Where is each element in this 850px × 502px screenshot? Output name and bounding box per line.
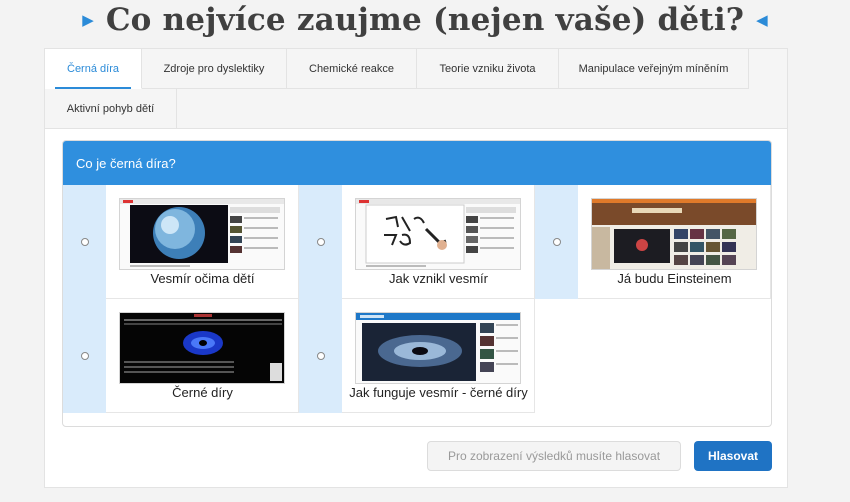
option-label: Černé díry [172,385,233,400]
option-radio[interactable] [80,352,89,360]
option-radio[interactable] [80,238,89,246]
poll-option[interactable]: Jak vznikl vesmír [299,185,535,299]
tab-aktivni-pohyb-deti[interactable]: Aktivní pohyb dětí [45,89,177,129]
poll-option[interactable]: Já budu Einsteinem [535,185,771,299]
video-thumbnail-earth-globe-icon [119,198,285,270]
tab-cerna-dira[interactable]: Černá díra [45,49,142,89]
results-hint-button: Pro zobrazení výsledků musíte hlasovat [427,441,681,471]
vote-button[interactable]: Hlasovat [694,441,772,471]
video-thumbnail-whiteboard-drawing-icon [355,198,521,270]
tab-teorie-vzniku-zivota[interactable]: Teorie vzniku života [417,49,559,89]
video-thumbnail-galaxy-swirl-icon [355,312,521,384]
page: ▶ Co nejvíce zaujme (nejen vaše) děti? ◀… [0,0,850,502]
poll-question: Co je černá díra? [63,141,771,185]
page-heading: ▶ Co nejvíce zaujme (nejen vaše) děti? ◀ [0,0,850,40]
poll-option[interactable]: Černé díry [63,299,299,413]
tab-manipulace-verejnym-minenim[interactable]: Manipulace veřejným míněním [559,49,749,89]
video-thumbnail-website-grid-icon [591,198,757,270]
option-radio[interactable] [552,238,561,246]
triangle-left-icon: ◀ [756,11,768,29]
tab-chemicke-reakce[interactable]: Chemické reakce [287,49,417,89]
option-label: Já budu Einsteinem [617,271,732,286]
page-title: Co nejvíce zaujme (nejen vaše) děti? [105,2,745,38]
poll-panel: Co je černá díra? Vesmír očima dětí Jak … [62,140,772,427]
tab-bar: Černá díra Zdroje pro dyslektiky Chemick… [45,49,787,129]
option-label: Jak vznikl vesmír [389,271,488,286]
video-thumbnail-black-hole-dark-icon [119,312,285,384]
option-label: Jak funguje vesmír - černé díry [349,385,528,400]
tab-zdroje-pro-dyslektiky[interactable]: Zdroje pro dyslektiky [142,49,287,89]
poll-option[interactable]: Jak funguje vesmír - černé díry [299,299,535,413]
poll-options: Vesmír očima dětí Jak vznikl vesmír Já b… [63,185,771,426]
option-label: Vesmír očima dětí [150,271,255,286]
poll-option[interactable]: Vesmír očima dětí [63,185,299,299]
option-radio[interactable] [316,352,325,360]
poll-card: Černá díra Zdroje pro dyslektiky Chemick… [44,48,788,488]
option-radio[interactable] [316,238,325,246]
triangle-right-icon: ▶ [82,11,94,29]
